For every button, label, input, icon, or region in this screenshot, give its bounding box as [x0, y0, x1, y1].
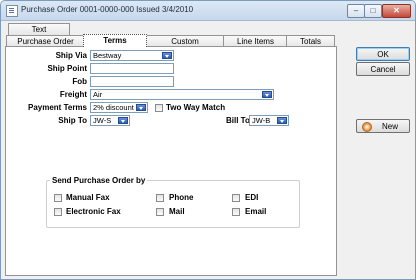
tab-terms[interactable]: Terms: [83, 34, 147, 47]
mail-label: Mail: [169, 207, 185, 216]
freight-select[interactable]: Air: [90, 89, 274, 100]
cancel-button[interactable]: Cancel: [356, 62, 410, 76]
payment-terms-label: Payment Terms: [28, 103, 87, 112]
fob-label: Fob: [72, 77, 87, 86]
maximize-button[interactable]: □: [364, 4, 382, 18]
minimize-button[interactable]: –: [347, 4, 365, 18]
new-icon: [362, 122, 372, 132]
fob-field[interactable]: [90, 76, 174, 87]
ship-via-select[interactable]: Bestway: [90, 50, 174, 61]
chevron-down-icon[interactable]: [162, 52, 172, 59]
window-title: Purchase Order 0001-0000-000 Issued 3/4/…: [21, 5, 194, 14]
manual-fax-label: Manual Fax: [66, 193, 110, 202]
payment-terms-value: 2% discount if: [93, 103, 140, 112]
payment-terms-select[interactable]: 2% discount if: [90, 102, 148, 113]
freight-label: Freight: [59, 90, 87, 99]
document-icon: [6, 5, 18, 17]
purchase-order-window: Purchase Order 0001-0000-000 Issued 3/4/…: [0, 0, 416, 280]
ship-via-label: Ship Via: [55, 51, 87, 60]
electronic-fax-label: Electronic Fax: [66, 207, 121, 216]
ok-button[interactable]: OK: [356, 47, 410, 61]
terms-panel: Ship Via Bestway Ship Point Fob Freight …: [5, 46, 337, 276]
freight-value: Air: [93, 90, 103, 99]
manual-fax-checkbox[interactable]: [54, 194, 62, 202]
ship-to-label: Ship To: [58, 116, 87, 125]
chevron-down-icon[interactable]: [262, 91, 272, 98]
two-way-match-label: Two Way Match: [166, 103, 226, 112]
chevron-down-icon[interactable]: [118, 117, 128, 124]
ship-via-value: Bestway: [93, 51, 122, 60]
minimize-icon: –: [353, 6, 359, 15]
ship-point-field[interactable]: [90, 63, 174, 74]
phone-label: Phone: [169, 193, 194, 202]
edi-label: EDI: [245, 193, 259, 202]
chevron-down-icon[interactable]: [277, 117, 287, 124]
bill-to-select[interactable]: JW-B: [249, 115, 289, 126]
phone-checkbox[interactable]: [156, 194, 164, 202]
tab-text[interactable]: Text: [8, 23, 70, 35]
bill-to-value: JW-B: [252, 116, 271, 125]
title-bar: Purchase Order 0001-0000-000 Issued 3/4/…: [1, 1, 415, 21]
mail-checkbox[interactable]: [156, 208, 164, 216]
chevron-down-icon[interactable]: [136, 104, 146, 111]
email-label: Email: [245, 207, 267, 216]
email-checkbox[interactable]: [232, 208, 240, 216]
two-way-match-checkbox[interactable]: [155, 104, 163, 112]
maximize-icon: □: [370, 6, 376, 15]
ship-point-label: Ship Point: [47, 64, 87, 73]
new-label: New: [381, 122, 398, 131]
send-by-title: Send Purchase Order by: [50, 176, 148, 185]
send-by-group: [46, 180, 300, 228]
ship-to-value: JW-S: [93, 116, 112, 125]
close-icon: ✕: [393, 6, 400, 15]
bill-to-label: Bill To: [226, 116, 250, 125]
edi-checkbox[interactable]: [232, 194, 240, 202]
close-button[interactable]: ✕: [382, 4, 411, 18]
ship-to-select[interactable]: JW-S: [90, 115, 130, 126]
new-button[interactable]: New: [356, 119, 410, 133]
electronic-fax-checkbox[interactable]: [54, 208, 62, 216]
